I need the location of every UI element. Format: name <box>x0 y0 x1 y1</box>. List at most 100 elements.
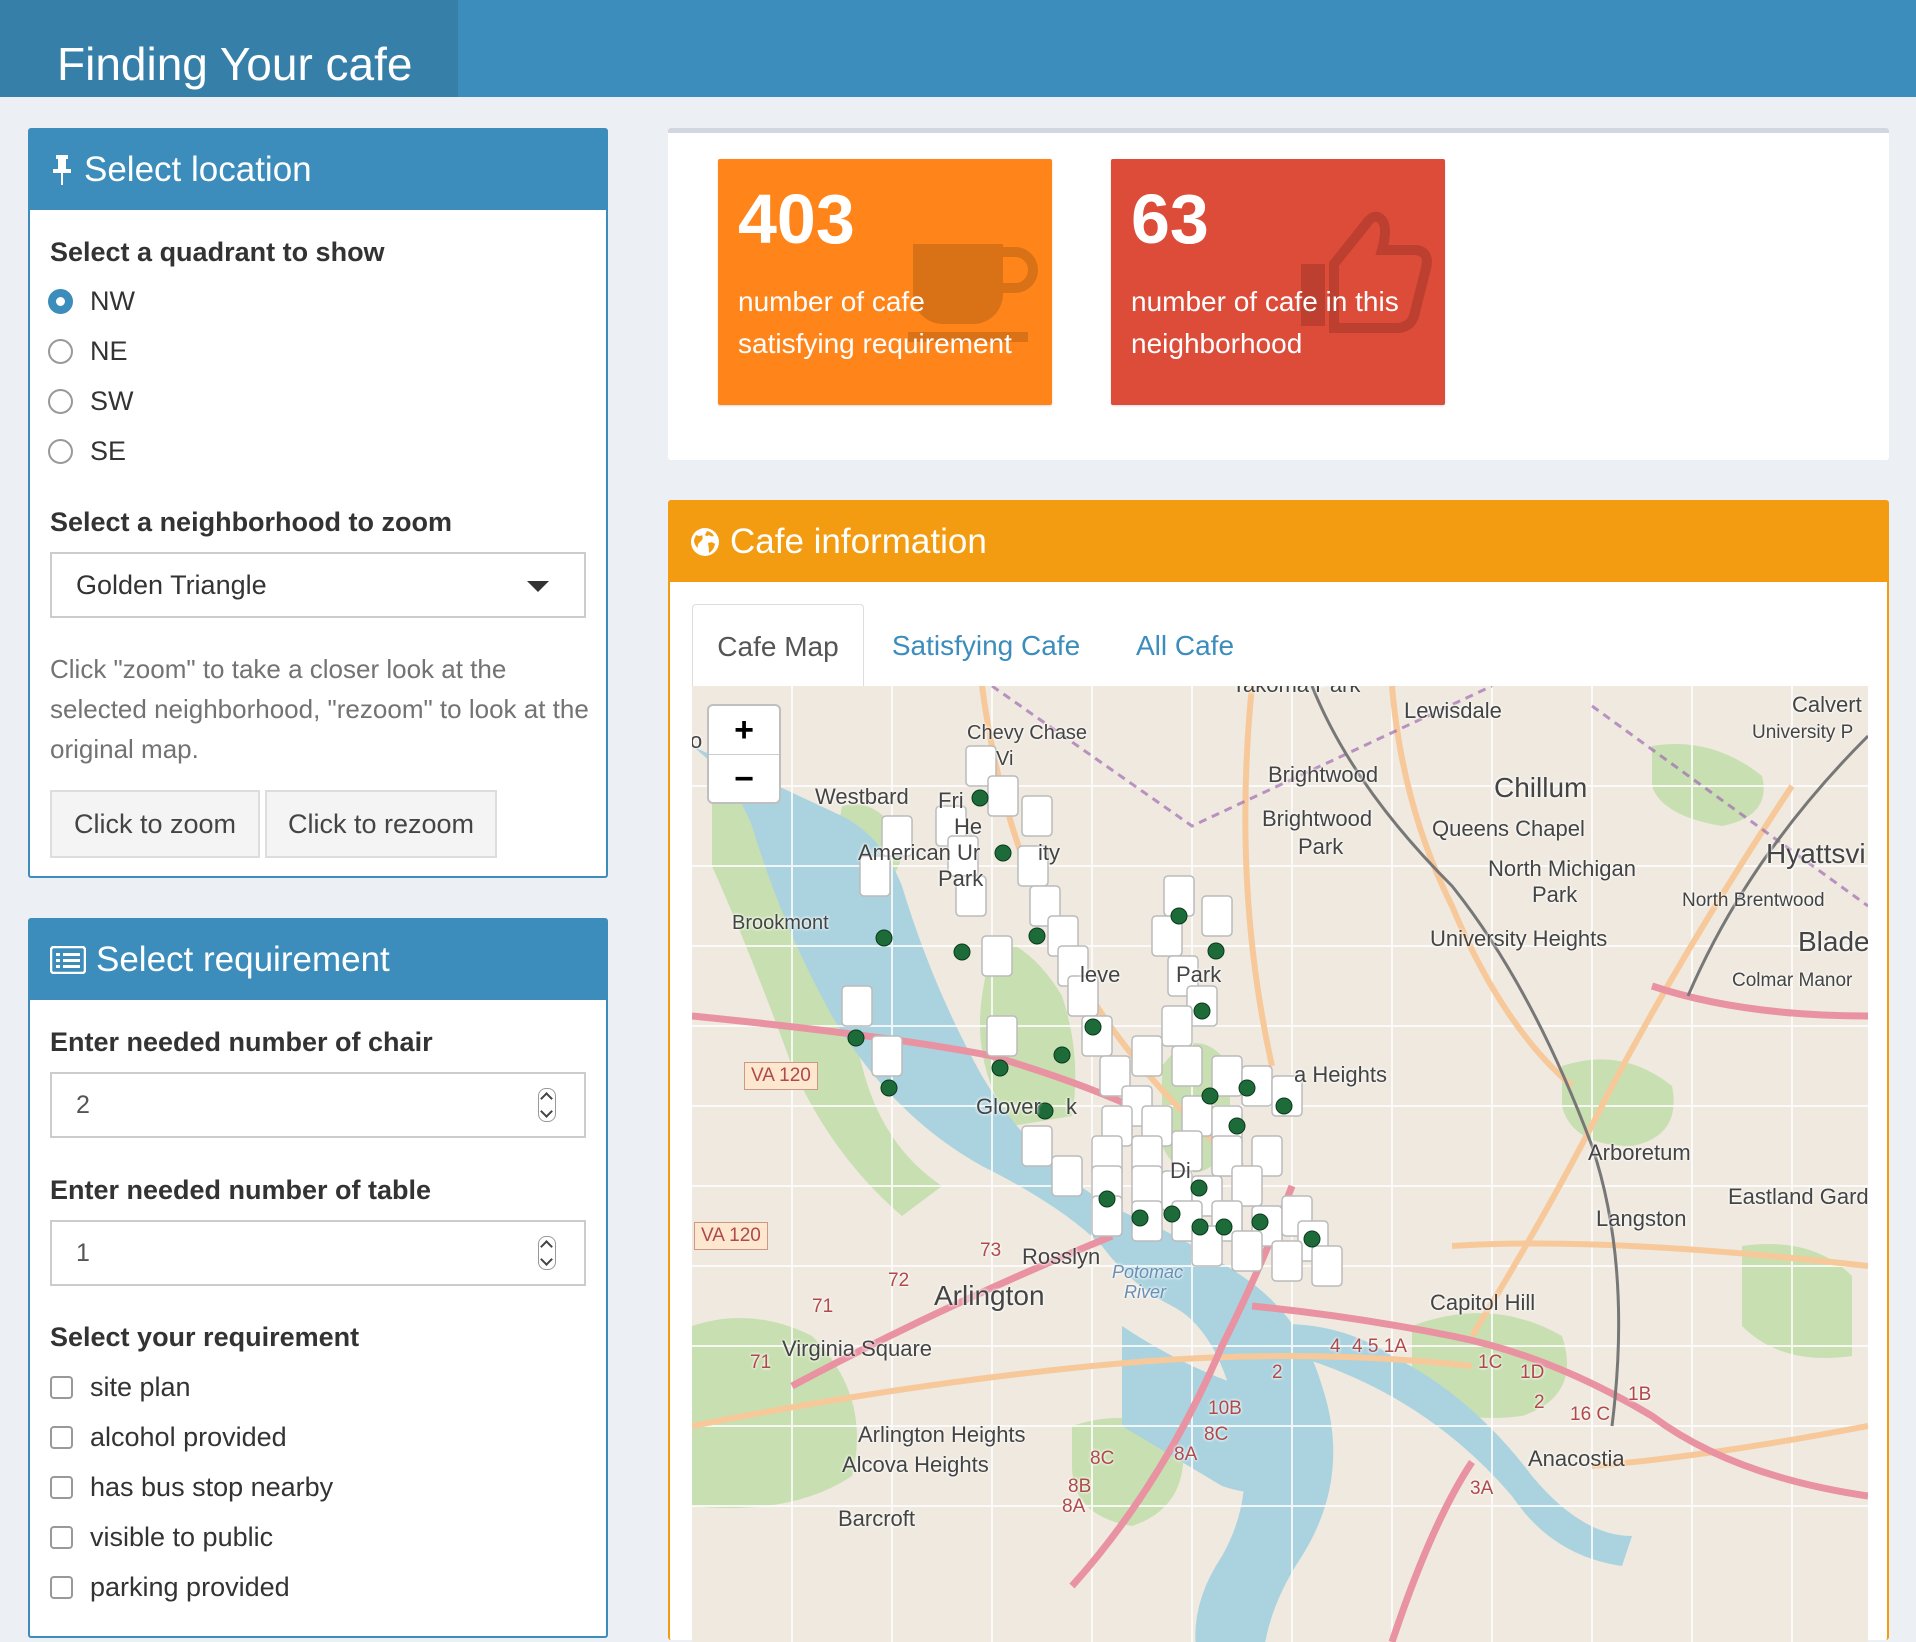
map-label: 8C <box>1090 1448 1115 1469</box>
map-label: Park <box>1298 834 1344 859</box>
map-label: 8C <box>1204 1424 1229 1445</box>
map-label: Barcroft <box>838 1506 916 1531</box>
radio-nw-label: NW <box>90 286 135 316</box>
select-requirement-box: Select requirement Enter needed number o… <box>28 918 608 1638</box>
map-label: 4 5 1A <box>1352 1336 1407 1357</box>
tab-all-cafe[interactable]: All Cafe <box>1110 604 1260 688</box>
zoom-in-button[interactable]: + <box>709 706 779 755</box>
map-label: 71 <box>750 1352 772 1373</box>
checkbox[interactable] <box>50 1426 73 1449</box>
map-label: 8A <box>1174 1444 1198 1465</box>
map-label: leve <box>1080 962 1121 987</box>
map-label: Brookmont <box>732 912 829 934</box>
map-label: 10B <box>1208 1398 1242 1419</box>
map-label: He <box>954 814 983 839</box>
map-label: North Michigan <box>1488 856 1636 881</box>
neighborhood-count: 63 <box>1131 180 1209 258</box>
map-label: 2 <box>1272 1362 1283 1383</box>
neighborhood-select-value: Golden Triangle <box>76 569 267 600</box>
check-bus-stop[interactable]: has bus stop nearby <box>50 1472 333 1503</box>
check-label: parking provided <box>90 1572 290 1602</box>
check-site-plan[interactable]: site plan <box>50 1372 191 1403</box>
value-box-panel: 403 number of cafe satisfying requiremen… <box>668 128 1889 460</box>
radio-ne[interactable]: NE <box>48 336 128 367</box>
map-label: Rosslyn <box>1022 1244 1101 1269</box>
map-label: ity <box>1038 840 1060 865</box>
check-parking[interactable]: parking provided <box>50 1572 290 1603</box>
map-label: Virginia Square <box>782 1336 933 1361</box>
map-label: Chillum <box>1494 772 1588 803</box>
radio-se-dot[interactable] <box>48 439 73 464</box>
satisfying-text-line1: number of cafe <box>738 286 925 317</box>
radio-ne-dot[interactable] <box>48 339 73 364</box>
map-label: University P <box>1752 722 1854 743</box>
map-label: k <box>1066 1094 1077 1119</box>
chair-input[interactable]: 2 <box>50 1072 586 1138</box>
check-visible[interactable]: visible to public <box>50 1522 273 1553</box>
chair-input-value: 2 <box>76 1090 90 1119</box>
neighborhood-text-line2: neighborhood <box>1131 328 1303 359</box>
stepper-icon[interactable] <box>538 1236 556 1270</box>
select-requirement-header: Select requirement <box>30 920 606 1000</box>
map-label: a Heights <box>1294 1062 1387 1087</box>
map-label: Takoma Park <box>1232 686 1360 698</box>
tab-satisfying-cafe[interactable]: Satisfying Cafe <box>870 604 1102 688</box>
checkbox[interactable] <box>50 1476 73 1499</box>
radio-se[interactable]: SE <box>48 436 126 467</box>
tab-cafe-map[interactable]: Cafe Map <box>692 604 864 688</box>
value-box-neighborhood: 63 number of cafe in this neighborhood <box>1111 159 1445 405</box>
map-label: Westbard <box>815 784 909 809</box>
radio-sw-dot[interactable] <box>48 389 73 414</box>
check-label: site plan <box>90 1372 191 1402</box>
select-requirement-title: Select requirement <box>96 940 390 979</box>
checkbox[interactable] <box>50 1576 73 1599</box>
map-label: 71 <box>812 1296 834 1317</box>
zoom-button[interactable]: Click to zoom <box>50 790 260 858</box>
radio-nw-dot[interactable] <box>48 289 73 314</box>
map-label: Di <box>1170 1158 1191 1183</box>
cafe-information-box: Cafe information Cafe Map Satisfying Caf… <box>668 500 1889 1642</box>
neighborhood-select[interactable]: Golden Triangle <box>50 552 586 618</box>
rezoom-button[interactable]: Click to rezoom <box>265 790 497 858</box>
value-box-satisfying: 403 number of cafe satisfying requiremen… <box>718 159 1052 405</box>
cafe-map[interactable]: + − o Takoma Park Lewisdale Calvert Univ… <box>692 686 1868 1642</box>
requirement-label: Select your requirement <box>50 1322 360 1352</box>
checkbox[interactable] <box>50 1376 73 1399</box>
app-title: Finding Your cafe <box>0 0 458 97</box>
map-label: Calvert <box>1792 692 1862 717</box>
globe-icon <box>690 527 720 557</box>
radio-se-label: SE <box>90 436 127 466</box>
map-label: Glover <box>976 1094 1041 1119</box>
map-label: 2 <box>1534 1392 1545 1413</box>
select-location-header: Select location <box>30 130 606 210</box>
cafe-information-header: Cafe information <box>670 502 1887 582</box>
radio-sw[interactable]: SW <box>48 386 134 417</box>
map-zoom-control[interactable]: + − <box>707 704 781 804</box>
map-label: Hyattsvi <box>1766 838 1866 869</box>
quadrant-label: Select a quadrant to show <box>50 237 385 267</box>
map-label: Arboretum <box>1588 1140 1691 1165</box>
checkbox[interactable] <box>50 1526 73 1549</box>
satisfying-count: 403 <box>738 180 855 258</box>
table-input[interactable]: 1 <box>50 1220 586 1286</box>
radio-sw-label: SW <box>90 386 134 416</box>
map-label: Langston <box>1596 1206 1687 1231</box>
zoom-out-button[interactable]: − <box>709 755 779 803</box>
map-label: River <box>1124 1282 1167 1302</box>
map-label: Lewisdale <box>1404 698 1502 723</box>
map-label: o <box>692 728 703 753</box>
route-shield: VA 120 <box>694 1222 768 1250</box>
stepper-icon[interactable] <box>538 1088 556 1122</box>
map-label: Park <box>1176 962 1222 987</box>
check-label: visible to public <box>90 1522 274 1552</box>
chair-label: Enter needed number of chair <box>50 1027 433 1057</box>
radio-ne-label: NE <box>90 336 128 366</box>
radio-nw[interactable]: NW <box>48 286 135 317</box>
route-shield: VA 120 <box>744 1062 818 1090</box>
check-alcohol[interactable]: alcohol provided <box>50 1422 287 1453</box>
map-label: Park <box>938 866 984 891</box>
map-label: Chevy Chase <box>967 722 1088 744</box>
select-location-box: Select location Select a quadrant to sho… <box>28 128 608 878</box>
zoom-help-text: Click "zoom" to take a closer look at th… <box>50 654 589 764</box>
map-label: Arlington Heights <box>858 1422 1026 1447</box>
